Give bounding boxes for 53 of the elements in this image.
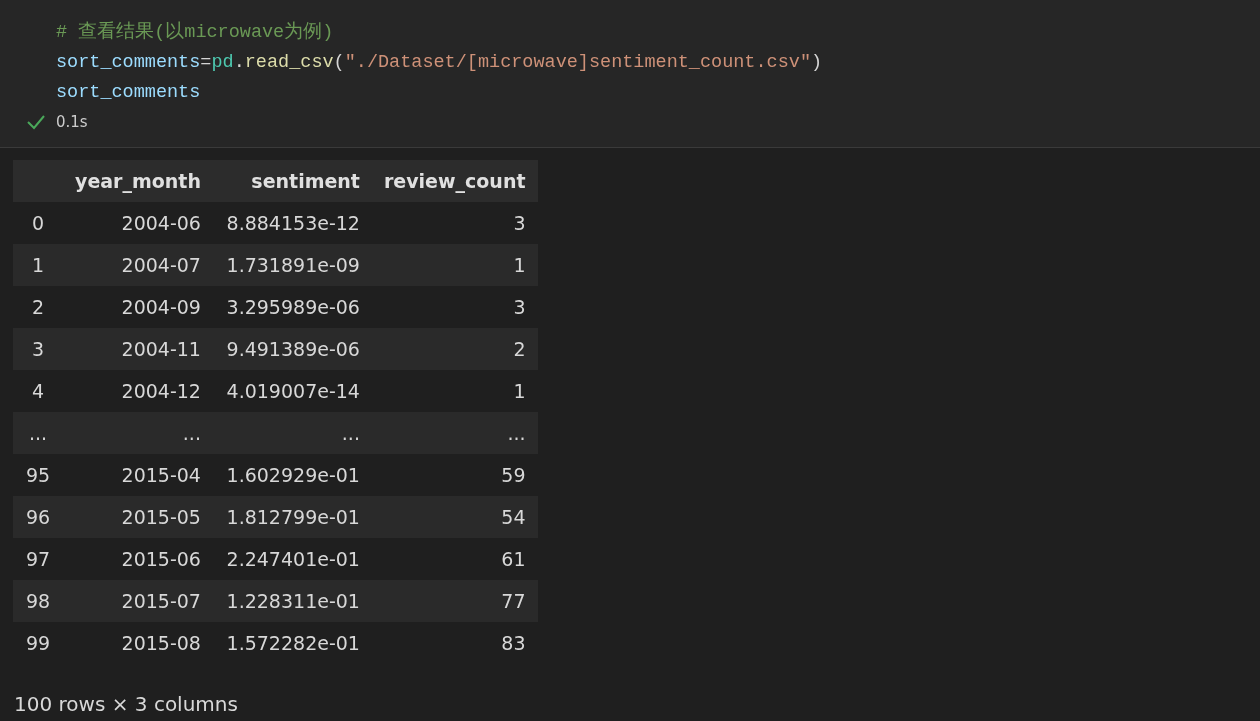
table-cell: 2015-07 (63, 580, 213, 622)
table-cell: 2004-11 (63, 328, 213, 370)
execution-time: 0.1s (56, 113, 88, 131)
code-cell[interactable]: # 查看结果(以microwave为例) sort_comments=pd.read_csv("./Dataset/[microwave]sentiment_count.csv") sort_comments 0.1s (0, 0, 1260, 148)
table-cell: ... (371, 412, 538, 454)
row-index: 98 (13, 580, 63, 622)
table-cell: 1 (371, 370, 538, 412)
table-cell: 1.228311e-01 (212, 580, 372, 622)
table-cell: 2015-05 (63, 496, 213, 538)
table-cell: 2 (371, 328, 538, 370)
row-index: 3 (13, 328, 63, 370)
row-index: 0 (13, 202, 63, 244)
table-cell: 1.812799e-01 (212, 496, 372, 538)
table-cell: ... (63, 412, 213, 454)
table-cell: ... (212, 412, 372, 454)
code-line: sort_comments=pd.read_csv("./Dataset/[microwave]sentiment_count.csv") (56, 51, 823, 75)
table-cell: 83 (371, 622, 538, 664)
table-cell: 3.295989e-06 (212, 286, 372, 328)
column-header: year_month (63, 160, 213, 202)
row-index: 1 (13, 244, 63, 286)
table-cell: 2015-08 (63, 622, 213, 664)
code-line: sort_comments (56, 81, 201, 105)
table-cell: 3 (371, 286, 538, 328)
column-header: review_count (371, 160, 538, 202)
row-index: 96 (13, 496, 63, 538)
table-cell: 2004-09 (63, 286, 213, 328)
table-cell: 2.247401e-01 (212, 538, 372, 580)
row-index: ... (13, 412, 63, 454)
row-index: 2 (13, 286, 63, 328)
table-cell: 4.019007e-14 (212, 370, 372, 412)
row-index: 4 (13, 370, 63, 412)
row-index: 99 (13, 622, 63, 664)
table-cell: 3 (371, 202, 538, 244)
table-cell: 9.491389e-06 (212, 328, 372, 370)
table-cell: 2004-07 (63, 244, 213, 286)
table-cell: 77 (371, 580, 538, 622)
table-cell: 1.572282e-01 (212, 622, 372, 664)
table-cell: 61 (371, 538, 538, 580)
row-index: 95 (13, 454, 63, 496)
table-cell: 1.602929e-01 (212, 454, 372, 496)
table-summary: 100 rows × 3 columns (14, 692, 239, 716)
table-cell: 1 (371, 244, 538, 286)
table-cell: 2004-12 (63, 370, 213, 412)
table-cell: 59 (371, 454, 538, 496)
table-cell: 2004-06 (63, 202, 213, 244)
column-header: sentiment (212, 160, 372, 202)
row-index: 97 (13, 538, 63, 580)
code-line: # 查看结果(以microwave为例) (56, 20, 334, 45)
table-cell: 2015-04 (63, 454, 213, 496)
table-cell: 54 (371, 496, 538, 538)
table-cell: 8.884153e-12 (212, 202, 372, 244)
table-cell: 1.731891e-09 (212, 244, 372, 286)
table-cell: 2015-06 (63, 538, 213, 580)
